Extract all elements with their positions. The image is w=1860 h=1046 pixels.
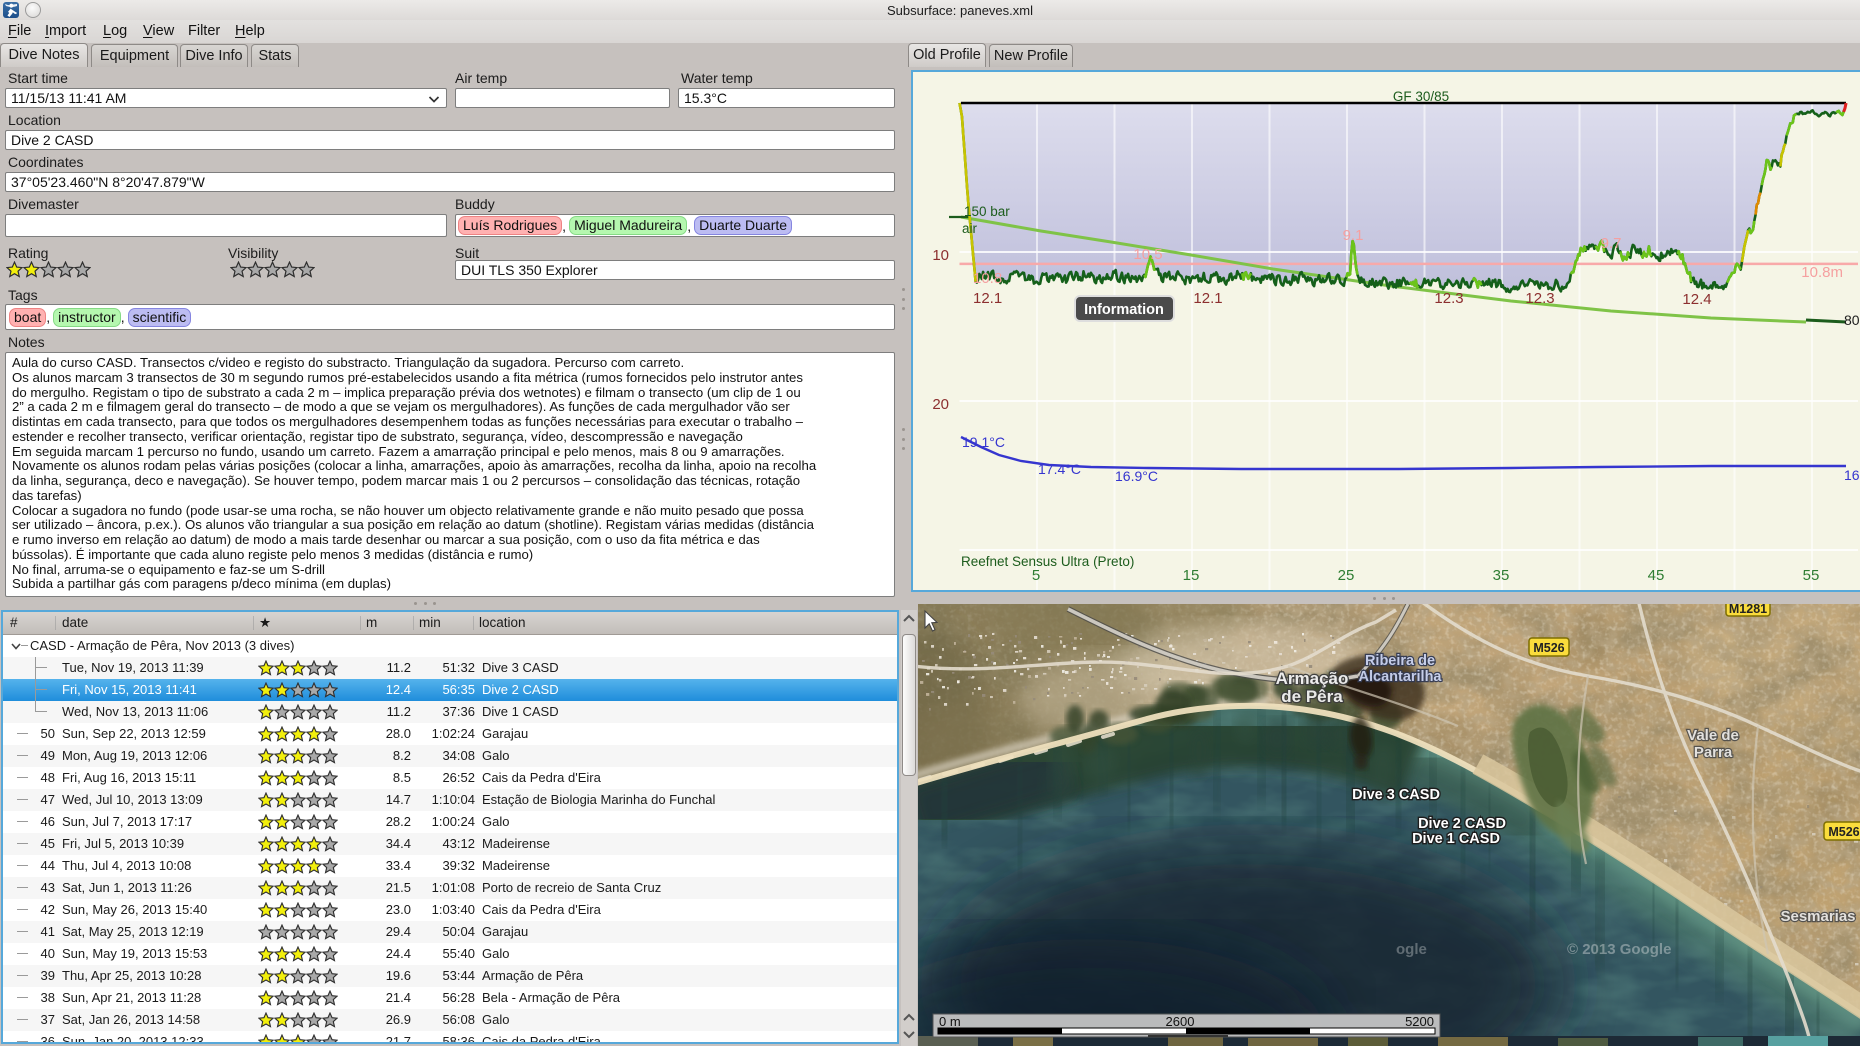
svg-text:M526: M526 bbox=[1828, 825, 1859, 839]
svg-text:12.4: 12.4 bbox=[1682, 291, 1711, 308]
svg-text:150 bar: 150 bar bbox=[964, 204, 1010, 219]
svg-text:M1281: M1281 bbox=[1729, 604, 1767, 616]
svg-text:15: 15 bbox=[1183, 567, 1200, 584]
svg-text:10.8m: 10.8m bbox=[1801, 264, 1843, 281]
svg-text:16: 16 bbox=[1844, 467, 1860, 483]
svg-text:9.1: 9.1 bbox=[1343, 227, 1364, 244]
svg-text:Reefnet Sensus Ultra (Preto): Reefnet Sensus Ultra (Preto) bbox=[961, 554, 1134, 569]
svg-text:de Pêra: de Pêra bbox=[1281, 687, 1343, 706]
svg-text:12.3: 12.3 bbox=[1525, 290, 1554, 307]
svg-text:Armação: Armação bbox=[1276, 669, 1349, 688]
svg-text:35: 35 bbox=[1493, 567, 1510, 584]
svg-text:Vale de: Vale de bbox=[1687, 727, 1739, 744]
svg-text:12.1: 12.1 bbox=[1193, 290, 1222, 307]
svg-text:17.4°C: 17.4°C bbox=[1038, 461, 1081, 477]
svg-text:10.5: 10.5 bbox=[1133, 246, 1162, 263]
svg-text:2600: 2600 bbox=[1166, 1014, 1195, 1029]
svg-text:© 2013 Google: © 2013 Google bbox=[1567, 941, 1671, 958]
svg-text:0 m: 0 m bbox=[939, 1014, 961, 1029]
svg-text:GF 30/85: GF 30/85 bbox=[1393, 89, 1449, 104]
svg-text:Alcantarilha: Alcantarilha bbox=[1359, 669, 1443, 685]
svg-text:air: air bbox=[962, 221, 978, 236]
svg-text:55: 55 bbox=[1803, 567, 1820, 584]
svg-text:12.1: 12.1 bbox=[973, 290, 1002, 307]
svg-text:19.1°C: 19.1°C bbox=[962, 434, 1005, 450]
svg-text:Sesmarias: Sesmarias bbox=[1780, 908, 1855, 925]
svg-text:80: 80 bbox=[1844, 312, 1860, 328]
svg-text:10.8: 10.8 bbox=[973, 270, 1002, 287]
svg-text:Dive 1 CASD: Dive 1 CASD bbox=[1412, 831, 1500, 847]
svg-text:25: 25 bbox=[1338, 567, 1355, 584]
svg-text:9.7: 9.7 bbox=[1601, 235, 1622, 252]
svg-text:12.3: 12.3 bbox=[1434, 290, 1463, 307]
svg-text:20: 20 bbox=[932, 396, 949, 413]
svg-text:16.9°C: 16.9°C bbox=[1115, 468, 1158, 484]
svg-text:10: 10 bbox=[932, 247, 949, 264]
svg-text:45: 45 bbox=[1648, 567, 1665, 584]
svg-text:5: 5 bbox=[1032, 567, 1040, 584]
svg-text:5200: 5200 bbox=[1405, 1014, 1434, 1029]
svg-text:Parra: Parra bbox=[1694, 744, 1733, 761]
svg-text:ogle: ogle bbox=[1396, 941, 1427, 958]
svg-text:Ribeira de: Ribeira de bbox=[1365, 653, 1435, 669]
svg-text:M526: M526 bbox=[1533, 641, 1564, 655]
svg-text:Information: Information bbox=[1084, 302, 1164, 318]
svg-text:Dive 3 CASD: Dive 3 CASD bbox=[1352, 787, 1440, 803]
svg-text:Dive 2 CASD: Dive 2 CASD bbox=[1418, 816, 1506, 832]
